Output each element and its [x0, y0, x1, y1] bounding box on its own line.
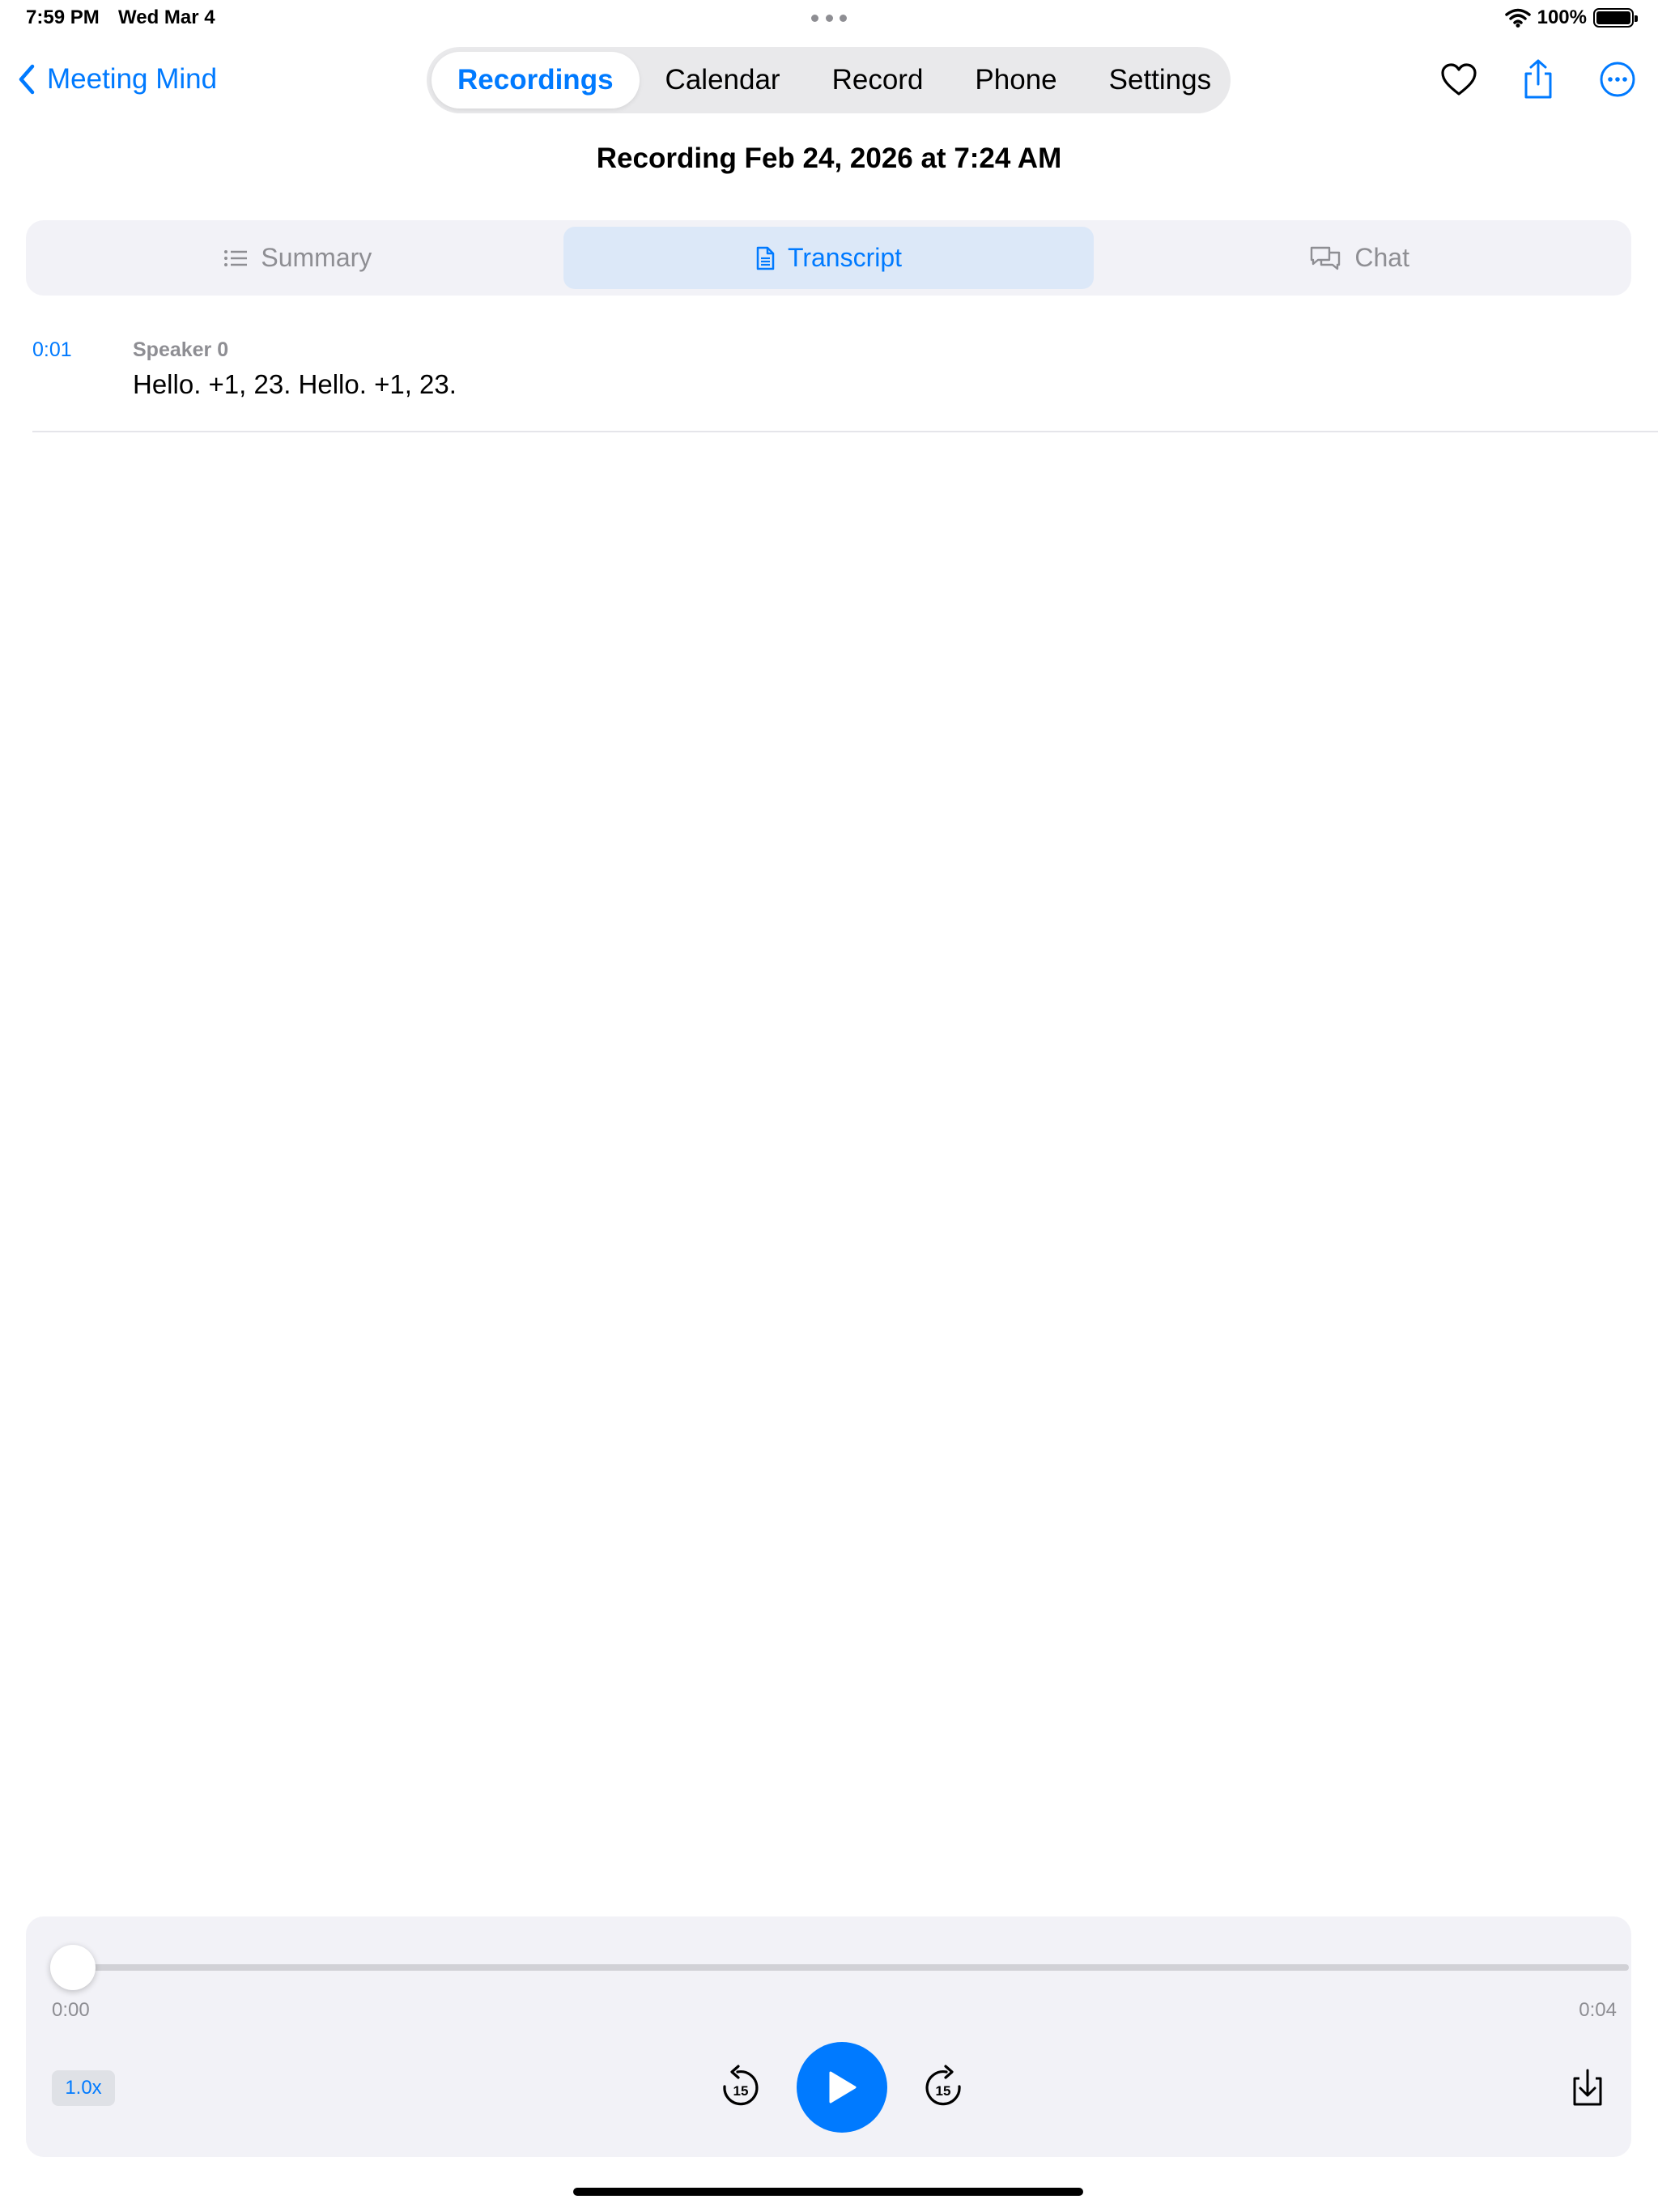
skip-forward-seconds: 15: [936, 2083, 951, 2099]
segment-timestamp[interactable]: 0:01: [32, 338, 72, 362]
tab-chat-label: Chat: [1354, 243, 1409, 272]
app-screen: 7:59 PM Wed Mar 4 100% Meeting Mind Reco…: [0, 0, 1658, 2212]
battery-icon: [1593, 8, 1638, 28]
playback-scrubber[interactable]: [50, 1945, 1629, 1990]
chat-bubbles-icon: [1311, 246, 1341, 270]
duration: 0:04: [1579, 1999, 1617, 2021]
scrubber-thumb[interactable]: [50, 1945, 96, 1990]
status-date: Wed Mar 4: [118, 6, 215, 28]
favorite-button[interactable]: [1435, 55, 1483, 104]
list-icon: [224, 249, 248, 266]
segment-settings[interactable]: Settings: [1083, 52, 1237, 108]
skip-back-15-icon: 15: [723, 2065, 759, 2106]
transcript-segment: 0:01 Speaker 0 Hello. +1, 23. Hello. +1,…: [32, 332, 1658, 432]
share-button[interactable]: [1514, 55, 1562, 104]
multitasking-dots-icon[interactable]: [811, 15, 847, 23]
heart-icon: [1441, 63, 1477, 96]
segment-text: Hello. +1, 23. Hello. +1, 23.: [133, 369, 457, 399]
page-title: Recording Feb 24, 2026 at 7:24 AM: [596, 143, 1062, 174]
segment-recordings[interactable]: Recordings: [432, 52, 640, 108]
tab-chat[interactable]: Chat: [1094, 227, 1625, 289]
tab-transcript[interactable]: Transcript: [563, 227, 1095, 289]
top-actions: [1435, 55, 1642, 104]
segment-record[interactable]: Record: [806, 52, 950, 108]
tab-summary[interactable]: Summary: [32, 227, 563, 289]
play-button[interactable]: [797, 2042, 887, 2133]
detail-tabs: Summary Transcript Chat: [26, 220, 1631, 296]
share-icon: [1524, 59, 1552, 99]
status-right: 100%: [1504, 6, 1638, 29]
status-bar: 7:59 PM Wed Mar 4 100%: [0, 0, 1658, 39]
home-indicator[interactable]: [573, 2188, 1083, 2196]
back-label: Meeting Mind: [47, 63, 218, 95]
segment-speaker: Speaker 0: [133, 338, 229, 361]
download-icon: [1573, 2069, 1602, 2106]
skip-back-seconds: 15: [733, 2083, 749, 2099]
chevron-left-icon: [19, 64, 35, 95]
more-button[interactable]: [1593, 55, 1642, 104]
play-icon: [829, 2071, 857, 2104]
tab-transcript-label: Transcript: [787, 243, 903, 272]
battery-percent: 100%: [1537, 6, 1587, 28]
segment-phone[interactable]: Phone: [949, 52, 1082, 108]
main-segmented-control: Recordings Calendar Record Phone Setting…: [427, 47, 1231, 113]
status-time: 7:59 PM: [26, 6, 100, 28]
more-icon: [1600, 62, 1635, 97]
skip-forward-button[interactable]: 15: [916, 2062, 970, 2116]
download-button[interactable]: [1565, 2065, 1610, 2111]
segment-calendar[interactable]: Calendar: [640, 52, 806, 108]
skip-forward-15-icon: 15: [925, 2065, 961, 2106]
skip-back-button[interactable]: 15: [714, 2062, 767, 2116]
tab-summary-label: Summary: [261, 243, 372, 272]
wifi-icon: [1504, 8, 1531, 28]
back-button[interactable]: Meeting Mind: [18, 58, 217, 100]
playback-speed-button[interactable]: 1.0x: [52, 2070, 115, 2106]
document-icon: [756, 246, 775, 270]
audio-player: 0:00 0:04 1.0x 15 15: [26, 1916, 1631, 2157]
current-time: 0:00: [52, 1999, 90, 2021]
